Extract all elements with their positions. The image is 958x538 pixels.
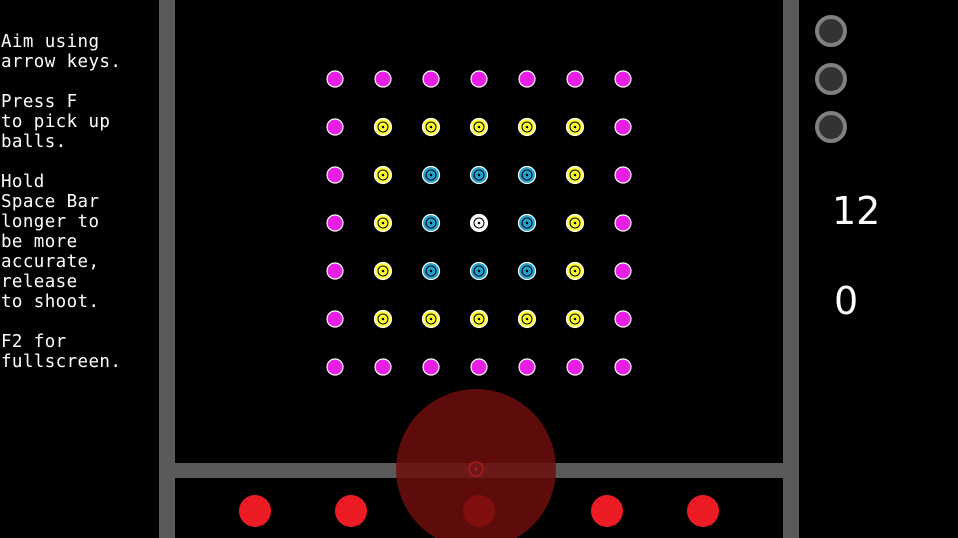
life-slots [815,15,847,143]
grid-ball-yellow [373,165,393,185]
grid-ball-magenta [374,70,392,88]
grid-ball-cyan [421,261,441,281]
aim-circle [396,389,556,538]
grid-ball-magenta [614,262,632,280]
grid-ball-magenta [326,214,344,232]
grid-ball-cyan [517,213,537,233]
grid-ball-magenta [614,214,632,232]
game-scene [159,15,847,538]
grid-ball-magenta [422,358,440,376]
grid-ball-white [469,213,489,233]
grid-ball-yellow [565,165,585,185]
grid-ball-magenta [614,70,632,88]
grid-ball-cyan [517,261,537,281]
grid-ball-magenta [614,358,632,376]
grid-ball-yellow [421,117,441,137]
grid-ball-magenta [326,262,344,280]
life-slot [815,111,847,143]
grid-ball-magenta [326,358,344,376]
grid-ball-yellow [517,117,537,137]
tray-ball[interactable] [687,495,719,527]
grid-ball-magenta [614,166,632,184]
grid-ball-yellow [421,309,441,329]
life-slot [815,15,847,47]
grid-ball-magenta [326,310,344,328]
grid-ball-magenta [326,166,344,184]
grid-ball-magenta [326,70,344,88]
ball-grid [326,70,632,376]
grid-ball-magenta [566,70,584,88]
grid-ball-magenta [614,118,632,136]
grid-ball-yellow [565,261,585,281]
grid-ball-magenta [470,70,488,88]
grid-ball-cyan [469,165,489,185]
tray-ball[interactable] [239,495,271,527]
aim-layer [396,389,556,538]
grid-ball-yellow [469,309,489,329]
score-display: 12 [832,189,881,233]
grid-ball-cyan [517,165,537,185]
grid-ball-yellow [565,117,585,137]
grid-ball-magenta [374,358,392,376]
grid-ball-magenta [566,358,584,376]
shot-counter: 0 [834,279,859,323]
grid-ball-magenta [326,118,344,136]
grid-ball-yellow [373,261,393,281]
tray-ball[interactable] [335,495,367,527]
tray-ball[interactable] [591,495,623,527]
game-stage[interactable]: Aim using arrow keys. Press F to pick up… [0,0,958,538]
grid-ball-cyan [469,261,489,281]
crosshair-center [474,467,478,471]
grid-ball-yellow [373,213,393,233]
grid-ball-yellow [373,309,393,329]
grid-ball-yellow [565,213,585,233]
grid-ball-magenta [518,70,536,88]
grid-ball-magenta [614,310,632,328]
life-slot [815,63,847,95]
grid-ball-yellow [373,117,393,137]
grid-ball-yellow [517,309,537,329]
grid-ball-magenta [518,358,536,376]
grid-ball-cyan [421,165,441,185]
grid-ball-yellow [469,117,489,137]
grid-ball-cyan [421,213,441,233]
grid-ball-magenta [422,70,440,88]
grid-ball-yellow [565,309,585,329]
grid-ball-magenta [470,358,488,376]
